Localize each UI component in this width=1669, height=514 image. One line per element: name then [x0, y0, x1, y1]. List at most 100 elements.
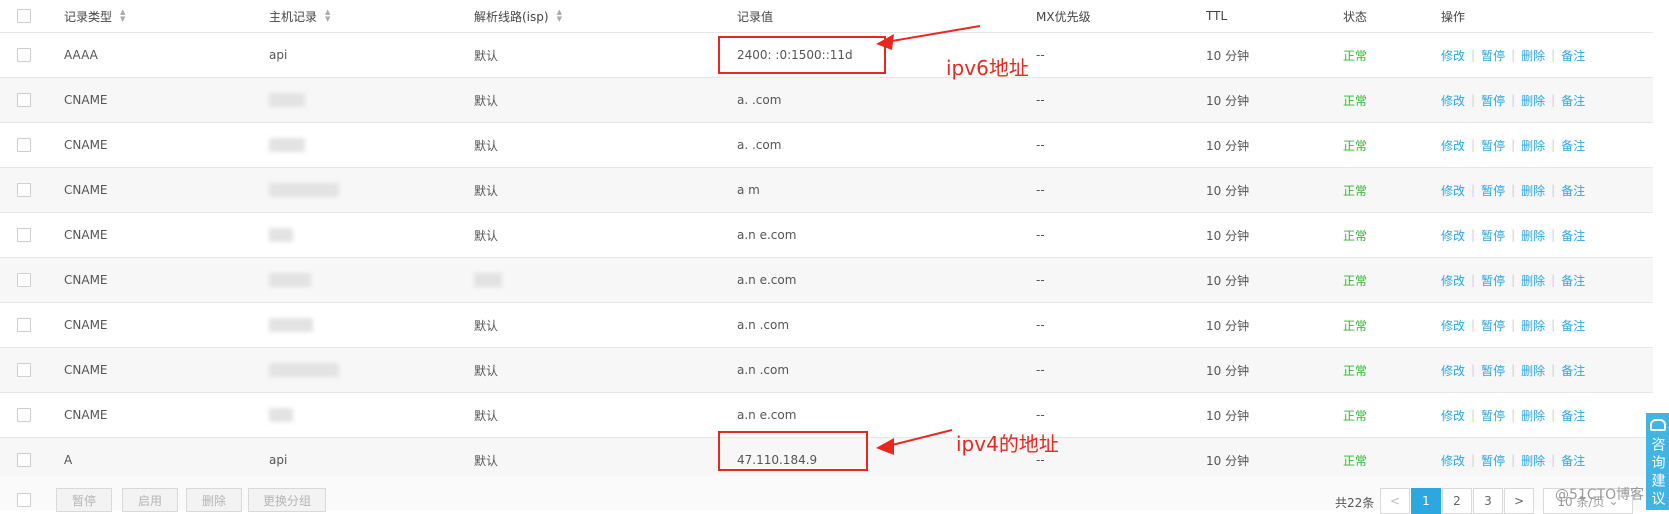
edit-link[interactable]: 修改	[1441, 272, 1465, 289]
delete-link[interactable]: 删除	[1521, 182, 1545, 199]
record-type: CNAME	[64, 228, 108, 242]
record-host: api	[269, 48, 288, 62]
pause-link[interactable]: 暂停	[1481, 362, 1505, 379]
row-checkbox[interactable]	[17, 168, 31, 212]
delete-link[interactable]: 删除	[1521, 407, 1545, 424]
record-ops: 修改 | 暂停 | 删除 | 备注	[1441, 407, 1586, 424]
record-status: 正常	[1343, 138, 1368, 153]
page-1-button[interactable]: 1	[1411, 488, 1441, 514]
pause-link[interactable]: 暂停	[1481, 317, 1505, 334]
edit-link[interactable]: 修改	[1441, 362, 1465, 379]
row-checkbox[interactable]	[17, 213, 31, 257]
next-page-button[interactable]: >	[1504, 488, 1534, 514]
record-type: CNAME	[64, 93, 108, 107]
col-value-header: 记录值	[737, 9, 774, 24]
record-ops: 修改 | 暂停 | 删除 | 备注	[1441, 182, 1586, 199]
table-header: 记录类型 ▲ ▼ 主机记录 ▲ ▼ 解析线路(isp) ▲ ▼ 记录值 MX优先级 T…	[0, 0, 1653, 33]
note-link[interactable]: 备注	[1561, 272, 1585, 289]
batch-delete-button[interactable]: 删除	[186, 488, 242, 512]
pause-link[interactable]: 暂停	[1481, 452, 1505, 469]
edit-link[interactable]: 修改	[1441, 182, 1465, 199]
row-checkbox[interactable]	[17, 348, 31, 392]
ipv6-highlight-box	[718, 36, 886, 74]
change-group-button[interactable]: 更换分组	[248, 488, 326, 512]
record-ops: 修改 | 暂停 | 删除 | 备注	[1441, 227, 1586, 244]
record-status: 正常	[1343, 48, 1368, 63]
table-footer: 暂停 启用 删除 更换分组 共22条 < 1 2 3 > 10 条/页 ⌄	[0, 476, 1669, 514]
pause-link[interactable]: 暂停	[1481, 227, 1505, 244]
blurred-line	[474, 273, 502, 287]
pause-link[interactable]: 暂停	[1481, 272, 1505, 289]
row-checkbox[interactable]	[17, 258, 31, 302]
record-host	[269, 78, 305, 122]
pause-link[interactable]: 暂停	[1481, 182, 1505, 199]
edit-link[interactable]: 修改	[1441, 137, 1465, 154]
pause-link[interactable]: 暂停	[1481, 407, 1505, 424]
delete-link[interactable]: 删除	[1521, 317, 1545, 334]
record-status: 正常	[1343, 318, 1368, 333]
edit-link[interactable]: 修改	[1441, 227, 1465, 244]
prev-page-button[interactable]: <	[1380, 488, 1410, 514]
col-type-header[interactable]: 记录类型 ▲ ▼	[64, 0, 125, 32]
note-link[interactable]: 备注	[1561, 137, 1585, 154]
record-host	[269, 123, 305, 167]
pause-link[interactable]: 暂停	[1481, 137, 1505, 154]
delete-link[interactable]: 删除	[1521, 272, 1545, 289]
delete-link[interactable]: 删除	[1521, 452, 1545, 469]
batch-pause-button[interactable]: 暂停	[56, 488, 112, 512]
footer-checkbox[interactable]	[17, 490, 31, 510]
edit-link[interactable]: 修改	[1441, 317, 1465, 334]
row-checkbox[interactable]	[17, 393, 31, 437]
pause-link[interactable]: 暂停	[1481, 47, 1505, 64]
note-link[interactable]: 备注	[1561, 227, 1585, 244]
record-mx: --	[1036, 318, 1045, 332]
col-line-header[interactable]: 解析线路(isp) ▲ ▼	[474, 0, 562, 32]
row-checkbox[interactable]	[17, 78, 31, 122]
record-line	[474, 258, 502, 302]
page-3-button[interactable]: 3	[1473, 488, 1503, 514]
pause-link[interactable]: 暂停	[1481, 92, 1505, 109]
note-link[interactable]: 备注	[1561, 362, 1585, 379]
note-link[interactable]: 备注	[1561, 407, 1585, 424]
delete-link[interactable]: 删除	[1521, 362, 1545, 379]
record-ops: 修改 | 暂停 | 删除 | 备注	[1441, 362, 1586, 379]
note-link[interactable]: 备注	[1561, 92, 1585, 109]
note-link[interactable]: 备注	[1561, 452, 1585, 469]
row-checkbox[interactable]	[17, 303, 31, 347]
record-value: a.n e.com	[737, 273, 797, 287]
note-link[interactable]: 备注	[1561, 47, 1585, 64]
edit-link[interactable]: 修改	[1441, 452, 1465, 469]
record-status: 正常	[1343, 408, 1368, 423]
edit-link[interactable]: 修改	[1441, 47, 1465, 64]
table-row: CNAME 默认 a. .com -- 10 分钟 正常 修改 | 暂停 | 删除 |…	[0, 78, 1653, 123]
record-mx: --	[1036, 228, 1045, 242]
sort-icon[interactable]: ▲ ▼	[325, 9, 330, 23]
row-checkbox[interactable]	[17, 33, 31, 77]
delete-link[interactable]: 删除	[1521, 92, 1545, 109]
col-host-header[interactable]: 主机记录 ▲ ▼	[269, 0, 330, 32]
record-ttl: 10 分钟	[1206, 138, 1250, 153]
batch-enable-button[interactable]: 启用	[122, 488, 178, 512]
delete-link[interactable]: 删除	[1521, 47, 1545, 64]
table-row: CNAME 默认 a. .com -- 10 分钟 正常 修改 | 暂停 | 删除 |…	[0, 123, 1653, 168]
sort-icon[interactable]: ▲ ▼	[557, 9, 562, 23]
note-link[interactable]: 备注	[1561, 317, 1585, 334]
delete-link[interactable]: 删除	[1521, 137, 1545, 154]
sort-icon[interactable]: ▲ ▼	[120, 9, 125, 23]
row-checkbox[interactable]	[17, 123, 31, 167]
delete-link[interactable]: 删除	[1521, 227, 1545, 244]
col-ttl-header: TTL	[1206, 9, 1228, 23]
watermark: @51CTO博客	[1555, 487, 1645, 503]
record-ttl: 10 分钟	[1206, 318, 1250, 333]
record-value: a.n .com	[737, 318, 790, 332]
edit-link[interactable]: 修改	[1441, 407, 1465, 424]
record-ttl: 10 分钟	[1206, 48, 1250, 63]
feedback-side-tab[interactable]: 咨询建议	[1646, 413, 1669, 510]
record-value: a. .com	[737, 138, 782, 152]
select-all-checkbox[interactable]	[17, 0, 31, 32]
note-link[interactable]: 备注	[1561, 182, 1585, 199]
page-2-button[interactable]: 2	[1442, 488, 1472, 514]
record-type: CNAME	[64, 273, 108, 287]
arrow-icon	[876, 429, 953, 455]
edit-link[interactable]: 修改	[1441, 92, 1465, 109]
